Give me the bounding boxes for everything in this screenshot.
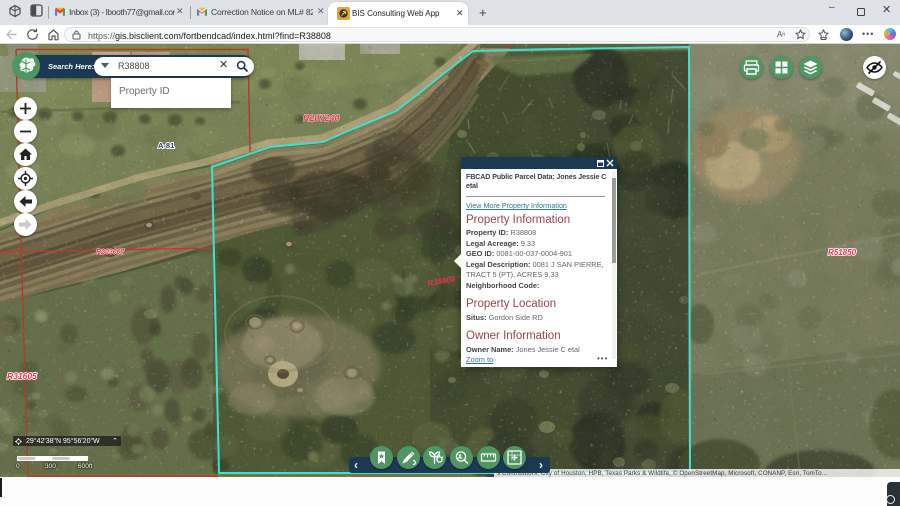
svg-text:A-81: A-81 bbox=[158, 141, 174, 150]
svg-text:R203007: R203007 bbox=[96, 249, 126, 256]
svg-text:R207240: R207240 bbox=[303, 113, 340, 123]
svg-text:R51850: R51850 bbox=[828, 248, 857, 257]
svg-text:R31605: R31605 bbox=[7, 371, 37, 381]
